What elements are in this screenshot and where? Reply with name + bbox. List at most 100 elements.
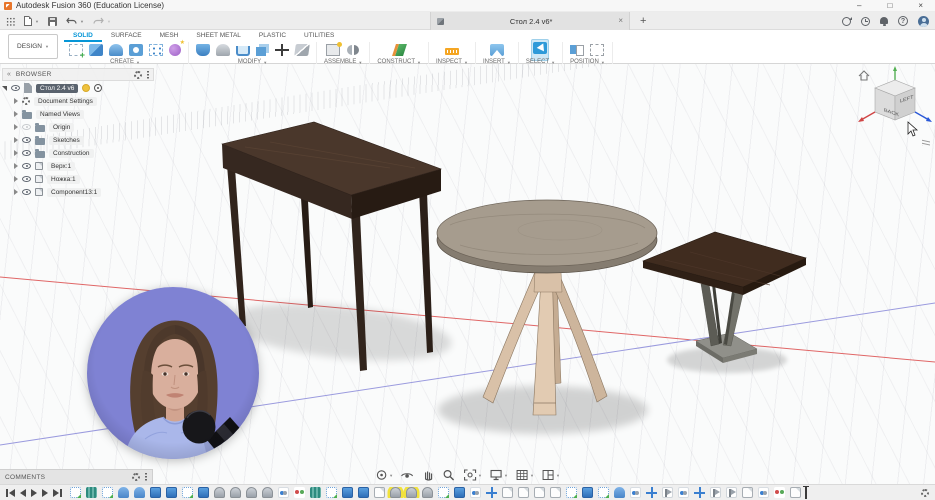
timeline-feature-fi[interactable] (262, 487, 273, 498)
expander-icon[interactable] (14, 124, 18, 130)
row-label[interactable]: Named Views (36, 109, 84, 119)
timeline-feature-sk[interactable] (326, 487, 337, 498)
maximize-button[interactable]: □ (887, 0, 892, 12)
timeline-feature-fi[interactable] (230, 487, 241, 498)
measure-icon[interactable] (444, 47, 459, 55)
comments-gear-icon[interactable] (132, 473, 140, 481)
tab-surface[interactable]: SURFACE (102, 30, 151, 42)
select-tool-icon[interactable] (533, 41, 548, 54)
grid-snaps-icon[interactable]: ▼ (516, 469, 534, 481)
close-button[interactable]: × (918, 0, 923, 12)
timeline-feature-sk[interactable] (566, 487, 577, 498)
timeline-feature-jt[interactable] (470, 487, 481, 498)
hole-icon[interactable] (129, 43, 143, 56)
timeline-feature-fl[interactable] (662, 487, 673, 498)
comments-bar[interactable]: COMMENTS (0, 469, 153, 484)
timeline-feature-sk[interactable] (102, 487, 113, 498)
timeline-feature-jo[interactable] (294, 487, 305, 498)
undo-caret[interactable]: ▼ (80, 19, 84, 24)
expander-open-icon[interactable] (2, 85, 7, 91)
timeline-feature-mv[interactable] (694, 487, 705, 498)
timeline-feature-cp[interactable] (742, 487, 753, 498)
timeline-feature-ex[interactable] (166, 487, 177, 498)
row-label[interactable]: Component13:1 (47, 187, 102, 197)
timeline-feature-cp[interactable] (534, 487, 545, 498)
timeline-feature-pl[interactable] (310, 487, 321, 498)
expander-icon[interactable] (14, 111, 18, 117)
combine-icon[interactable] (256, 46, 266, 56)
row-label[interactable]: Ножка:1 (47, 174, 80, 184)
save-icon[interactable] (47, 16, 57, 26)
browser-row-construction[interactable]: Construction (2, 147, 154, 159)
workspace-selector[interactable]: DESIGN ▼ (8, 34, 58, 59)
tab-utilities[interactable]: UTILITIES (295, 30, 343, 42)
timeline-feature-ex[interactable] (342, 487, 353, 498)
form-icon[interactable] (169, 39, 185, 56)
timeline-feature-ex[interactable] (454, 487, 465, 498)
orbit-icon[interactable]: ▼ (375, 469, 393, 481)
profile-avatar[interactable] (918, 15, 929, 27)
timeline-feature-fi[interactable] (422, 487, 433, 498)
browser-root-row[interactable]: Стол 2.4 v6 (2, 82, 154, 94)
help-icon[interactable]: ? (898, 16, 908, 26)
timeline-feature-ex[interactable] (150, 487, 161, 498)
timeline-feature-sk[interactable] (438, 487, 449, 498)
step-back-button[interactable] (20, 488, 26, 497)
minimize-button[interactable]: – (857, 0, 861, 12)
expander-icon[interactable] (14, 150, 18, 156)
notifications-icon[interactable] (880, 16, 888, 26)
look-at-icon[interactable] (401, 469, 414, 481)
skip-to-end-button[interactable] (53, 488, 62, 497)
tab-sheet-metal[interactable]: SHEET METAL (187, 30, 250, 42)
browser-row-sketches[interactable]: Sketches (2, 134, 154, 146)
extensions-icon[interactable] (842, 16, 852, 26)
visibility-eye-icon[interactable] (22, 189, 31, 195)
timeline-feature-pl[interactable] (86, 487, 97, 498)
app-grid-icon[interactable] (6, 16, 15, 26)
pan-icon[interactable] (422, 469, 435, 481)
timeline-feature-cp[interactable] (374, 487, 385, 498)
row-label[interactable]: Sketches (49, 135, 84, 145)
job-status-icon[interactable] (861, 16, 870, 26)
joint-icon[interactable] (346, 44, 360, 56)
file-menu-icon[interactable] (24, 16, 32, 26)
visibility-eye-icon[interactable] (22, 176, 31, 182)
expander-icon[interactable] (14, 163, 18, 169)
zoom-icon[interactable] (443, 469, 456, 481)
expander-icon[interactable] (14, 137, 18, 143)
3d-viewport[interactable]: « BROWSER Стол 2.4 v6 Document Settings (0, 64, 935, 484)
visibility-eye-icon[interactable] (22, 163, 31, 169)
timeline-feature-fl[interactable] (726, 487, 737, 498)
pattern-icon[interactable] (149, 43, 163, 56)
fit-icon[interactable]: ▼ (464, 469, 482, 481)
undo-icon[interactable] (66, 17, 77, 26)
expander-icon[interactable] (14, 176, 18, 182)
row-label[interactable]: Верх:1 (47, 161, 76, 171)
comments-menu-icon[interactable] (145, 473, 147, 481)
visibility-eye-icon[interactable] (22, 150, 31, 156)
split-body-icon[interactable] (294, 43, 310, 56)
revert-position-icon[interactable] (590, 43, 605, 56)
visibility-eye-icon[interactable] (11, 85, 20, 91)
fillet-icon[interactable] (216, 43, 230, 56)
row-label[interactable]: Construction (49, 148, 94, 158)
step-forward-button[interactable] (42, 488, 48, 497)
new-tab-button[interactable]: + (640, 12, 646, 30)
timeline-feature-fi-highlighted[interactable] (390, 487, 401, 498)
browser-row-verh[interactable]: Верх:1 (2, 160, 154, 172)
timeline-feature-sk[interactable] (182, 487, 193, 498)
browser-row-nozhka[interactable]: Ножка:1 (2, 173, 154, 185)
timeline-feature-jt[interactable] (758, 487, 769, 498)
row-label[interactable]: Document Settings (34, 96, 97, 106)
new-component-icon[interactable] (326, 41, 343, 56)
browser-row-document-settings[interactable]: Document Settings (2, 95, 154, 107)
timeline-feature-rv[interactable] (134, 487, 145, 498)
collapse-panel-icon[interactable]: « (7, 71, 11, 78)
table2-round[interactable] (436, 199, 658, 416)
timeline-feature-rv[interactable] (118, 487, 129, 498)
timeline-feature-ex[interactable] (358, 487, 369, 498)
document-tab-close[interactable]: × (618, 12, 623, 30)
move-icon[interactable] (275, 43, 289, 56)
timeline-feature-mv[interactable] (486, 487, 497, 498)
timeline-feature-ex[interactable] (582, 487, 593, 498)
